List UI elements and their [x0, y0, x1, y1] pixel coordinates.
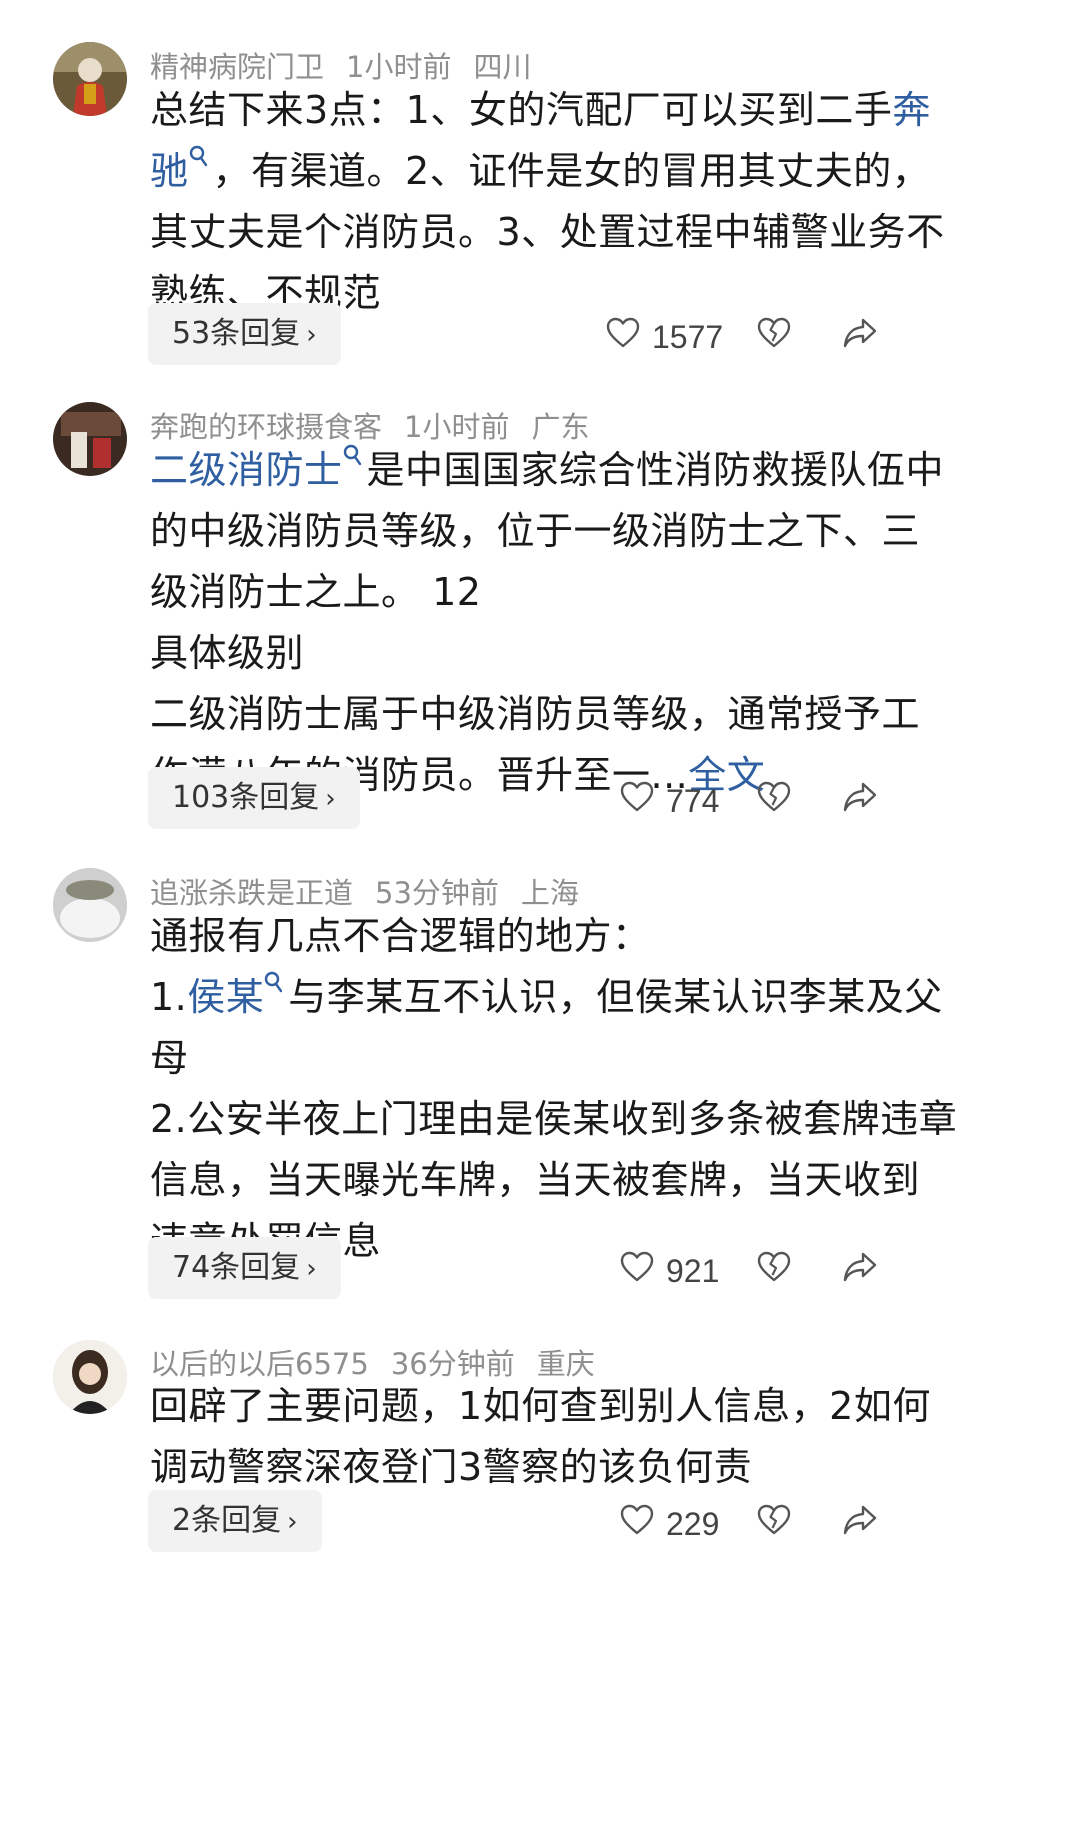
comment-text-line: 二级消防士属于中级消防员等级，通常授予工	[150, 684, 1040, 745]
location: 上海	[520, 876, 579, 910]
comment-text-line: 1.侯某 与李某互不认识，但侯某认识李某及父	[150, 967, 1040, 1028]
comment-text: 信息，当天曝光车牌，当天被套牌，当天收到	[150, 1158, 921, 1202]
comment-actions: 921	[0, 1237, 1080, 1299]
comment-text-line: 调动警察深夜登门3警察的该负何责	[150, 1437, 1040, 1498]
comment-text-line: 的中级消防员等级，位于一级消防士之下、三	[150, 501, 1040, 562]
comment-text: 与李某互不认识，但侯某认识李某及父	[288, 975, 943, 1019]
location: 四川	[473, 50, 532, 84]
broken-heart-icon	[757, 1504, 791, 1536]
comment-text-line: 2.公安半夜上门理由是侯某收到多条被套牌违章	[150, 1089, 1040, 1150]
share-icon	[842, 317, 878, 349]
like-count: 774	[666, 783, 720, 819]
search-icon[interactable]	[264, 971, 284, 999]
heart-icon	[606, 317, 640, 349]
comment-body: 回辟了主要问题，1如何查到别人信息，2如何 调动警察深夜登门3警察的该负何责	[150, 1376, 1040, 1498]
comment-text: 2.公安半夜上门理由是侯某收到多条被套牌违章	[150, 1097, 958, 1141]
comment-actions: 1577	[0, 303, 1080, 365]
comment-text: 具体级别	[150, 631, 305, 675]
comment-body: 通报有几点不合逻辑的地方： 1.侯某 与李某互不认识，但侯某认识李某及父母 2.公安半…	[150, 906, 1040, 1272]
share-button[interactable]	[842, 781, 878, 823]
share-icon	[842, 781, 878, 813]
comment-text: 调动警察深夜登门3警察的该负何责	[150, 1445, 753, 1489]
like-count: 229	[666, 1506, 720, 1542]
comment-body: 二级消防士 是中国国家综合性消防救援队伍中的中级消防员等级，位于一级消防士之下、三…	[150, 440, 1040, 806]
comment-text-line: 总结下来3点：1、女的汽配厂可以买到二手奔	[150, 80, 1040, 141]
location: 广东	[531, 410, 590, 444]
share-button[interactable]	[842, 317, 878, 359]
avatar[interactable]	[53, 42, 127, 116]
avatar[interactable]	[53, 402, 127, 476]
like-count: 921	[666, 1253, 720, 1289]
broken-heart-icon	[757, 781, 791, 813]
search-link[interactable]: 二级消防士	[150, 448, 343, 492]
comment-text: 二级消防士属于中级消防员等级，通常授予工	[150, 692, 921, 736]
comment-actions: 774	[0, 767, 1080, 829]
dislike-button[interactable]	[757, 1251, 791, 1293]
comment-text-line: 通报有几点不合逻辑的地方：	[150, 906, 1040, 967]
comment-text: 回辟了主要问题，1如何查到别人信息，2如何	[150, 1384, 931, 1428]
comment-text: ，有渠道。2、证件是女的冒用其丈夫的，	[212, 149, 931, 193]
comment-text-line: 回辟了主要问题，1如何查到别人信息，2如何	[150, 1376, 1040, 1437]
comment-text-line: 驰 ，有渠道。2、证件是女的冒用其丈夫的，	[150, 141, 1040, 202]
comment-text: 总结下来3点：1、女的汽配厂可以买到二手	[150, 88, 893, 132]
like-count: 1577	[652, 319, 724, 355]
username[interactable]: 追涨杀跌是正道	[150, 876, 353, 910]
comment-text-line: 具体级别	[150, 623, 1040, 684]
comment-text: 1.	[150, 975, 188, 1019]
search-icon[interactable]	[343, 444, 363, 472]
timestamp: 53分钟前	[375, 876, 499, 910]
comment-text: 通报有几点不合逻辑的地方：	[150, 914, 651, 958]
comment-text-line: 二级消防士 是中国国家综合性消防救援队伍中	[150, 440, 1040, 501]
comment-text: 其丈夫是个消防员。3、处置过程中辅警业务不	[150, 210, 945, 254]
timestamp: 1小时前	[346, 50, 452, 84]
comment-actions: 229	[0, 1490, 1080, 1552]
dislike-button[interactable]	[757, 781, 791, 823]
comment-text-line: 母	[150, 1028, 1040, 1089]
heart-icon	[620, 1504, 654, 1536]
heart-icon	[620, 1251, 654, 1283]
dislike-button[interactable]	[757, 1504, 791, 1546]
comment-text: 的中级消防员等级，位于一级消防士之下、三	[150, 509, 921, 553]
broken-heart-icon	[757, 1251, 791, 1283]
comment-text: 级消防士之上。 12	[150, 570, 482, 614]
search-link[interactable]: 奔	[892, 88, 931, 132]
comment-text: 母	[150, 1036, 189, 1080]
comment-text-line: 信息，当天曝光车牌，当天被套牌，当天收到	[150, 1150, 1040, 1211]
avatar[interactable]	[53, 1340, 127, 1414]
username[interactable]: 奔跑的环球摄食客	[150, 410, 382, 444]
timestamp: 1小时前	[404, 410, 510, 444]
avatar[interactable]	[53, 868, 127, 942]
share-button[interactable]	[842, 1251, 878, 1293]
comment-text-line: 级消防士之上。 12	[150, 562, 1040, 623]
share-button[interactable]	[842, 1504, 878, 1546]
comment-body: 总结下来3点：1、女的汽配厂可以买到二手奔驰 ，有渠道。2、证件是女的冒用其丈夫的…	[150, 80, 1040, 324]
username[interactable]: 精神病院门卫	[150, 50, 324, 84]
share-icon	[842, 1251, 878, 1283]
comment-text: 是中国国家综合性消防救援队伍中	[366, 448, 945, 492]
search-link[interactable]: 驰	[150, 149, 189, 193]
search-link[interactable]: 侯某	[187, 975, 264, 1019]
broken-heart-icon	[757, 317, 791, 349]
search-icon[interactable]	[189, 145, 209, 173]
dislike-button[interactable]	[757, 317, 791, 359]
heart-icon	[620, 781, 654, 813]
comment-text-line: 其丈夫是个消防员。3、处置过程中辅警业务不	[150, 202, 1040, 263]
share-icon	[842, 1504, 878, 1536]
